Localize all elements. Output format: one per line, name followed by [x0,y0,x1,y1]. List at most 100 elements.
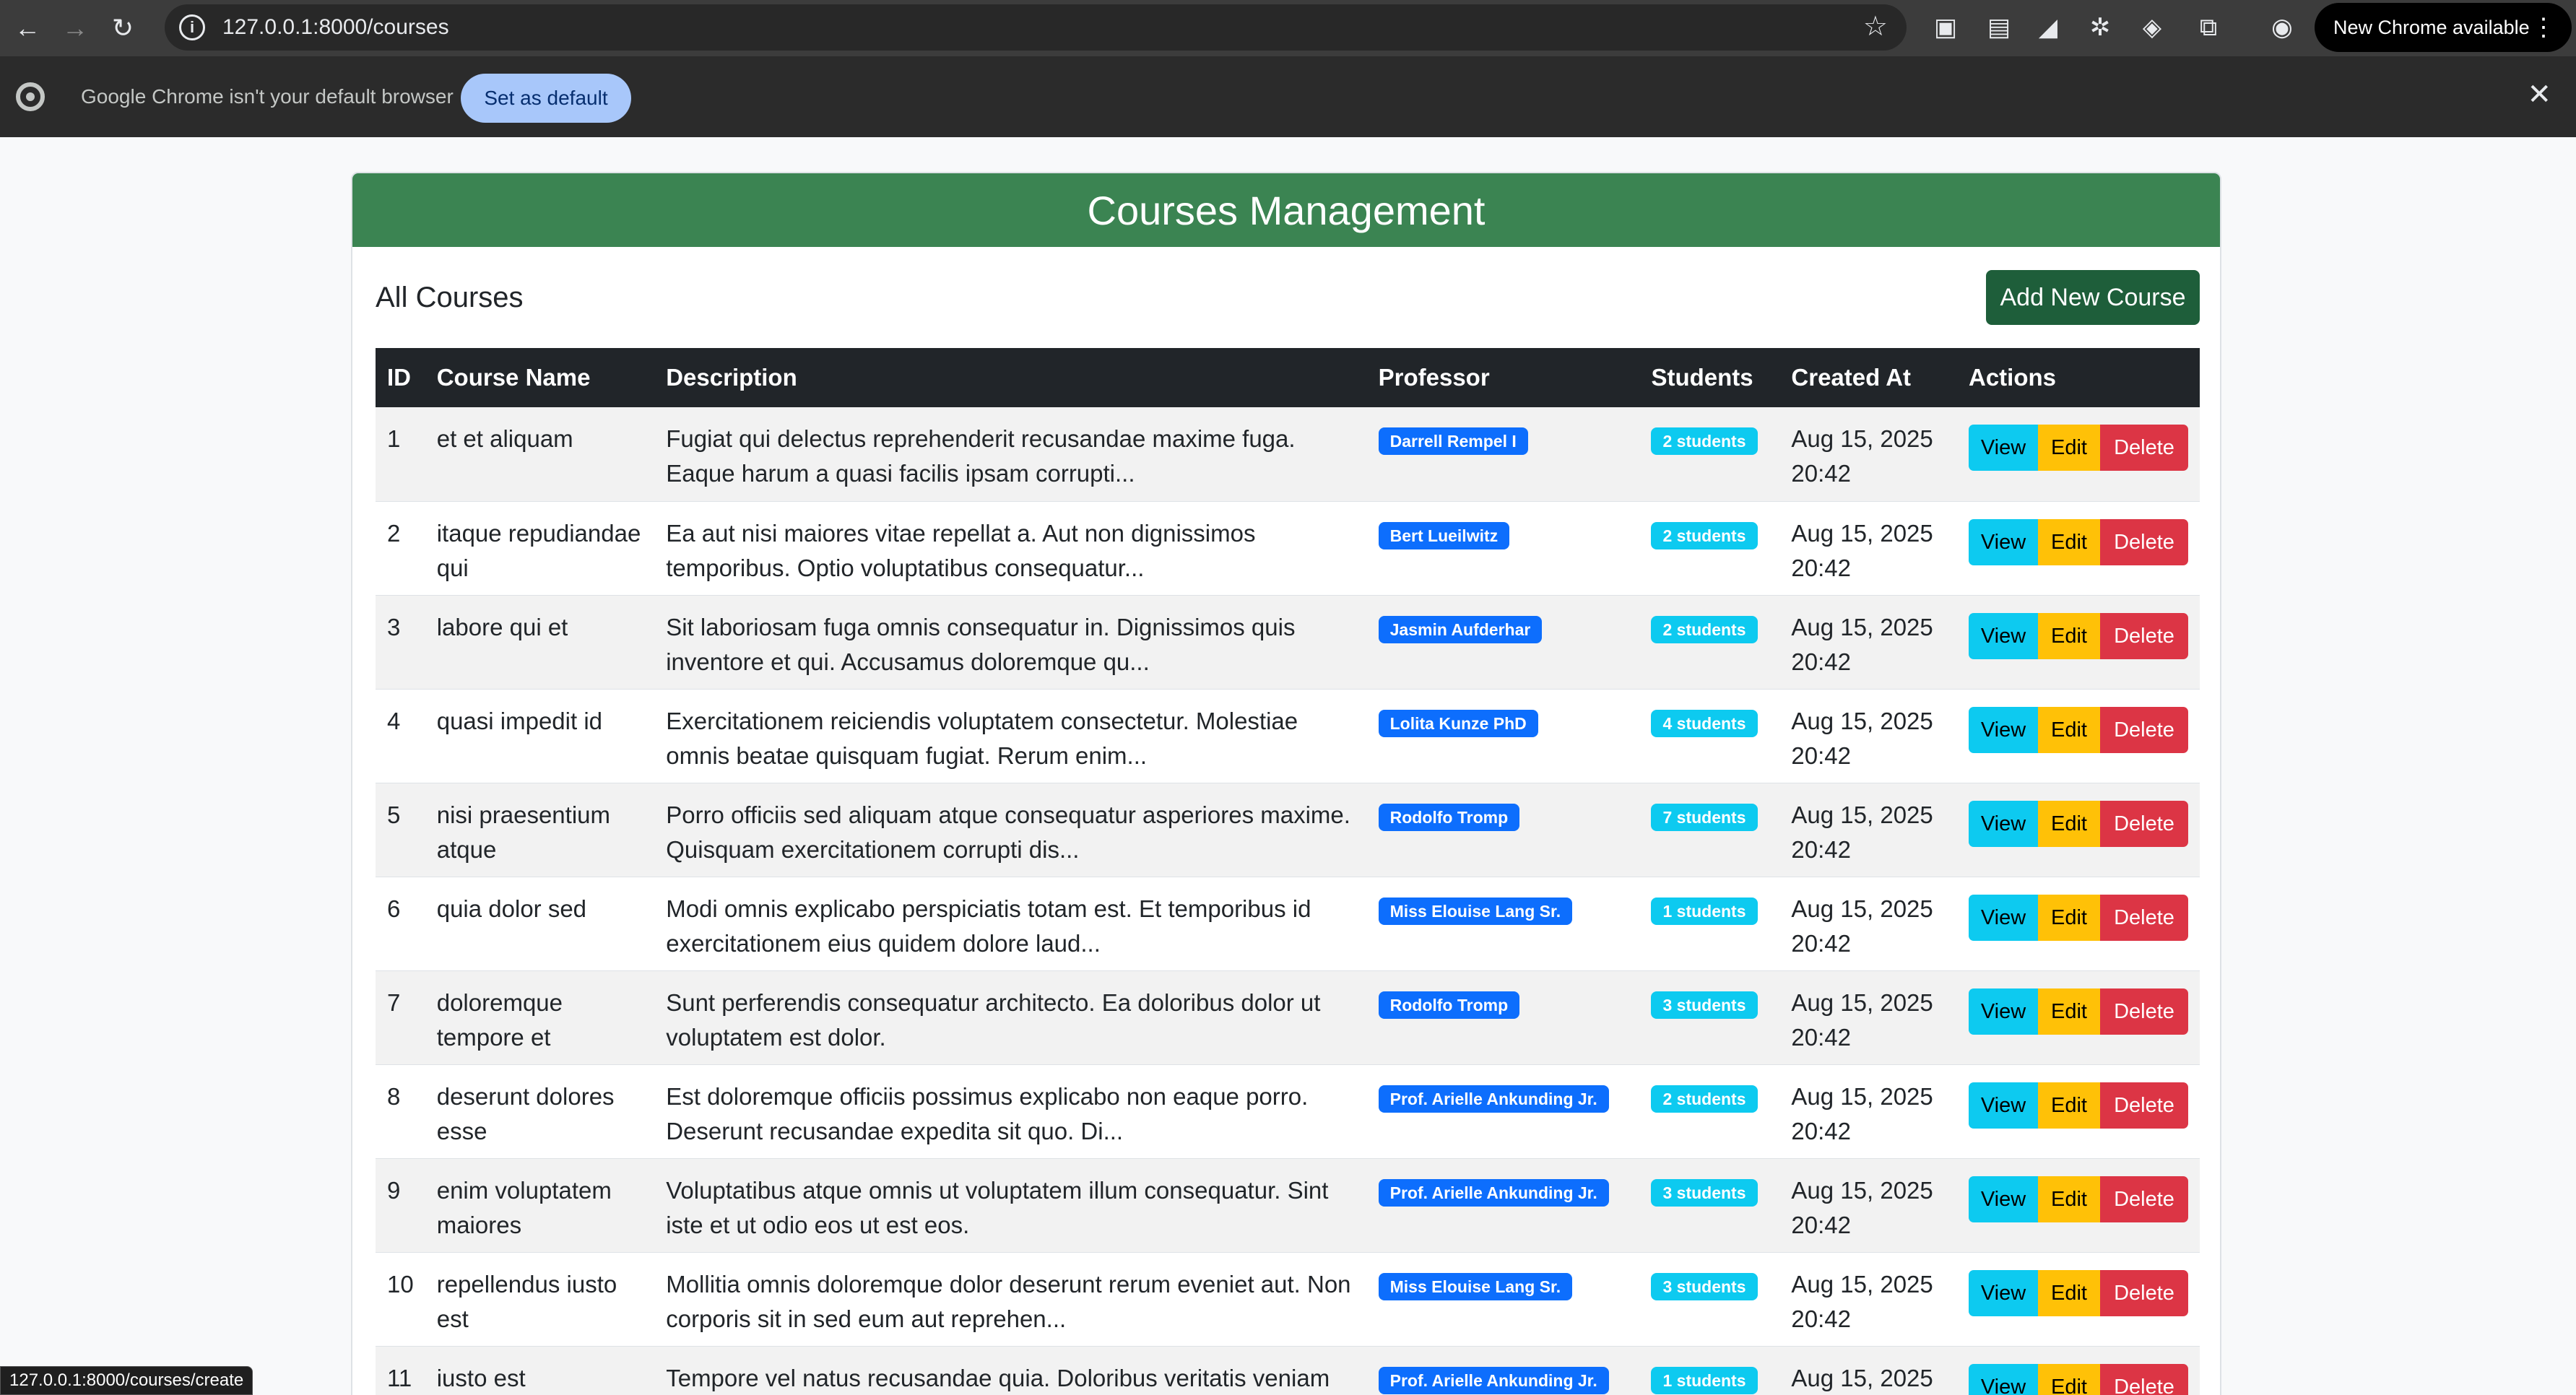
edit-button[interactable]: Edit [2038,894,2100,941]
action-button-group: View Edit Delete [1969,518,2188,565]
professor-cell: Darrell Rempel I [1367,407,1640,501]
created-at: Aug 15, 2025 20:42 [1791,1176,1933,1238]
course-description: Exercitationem reiciendis voluptatem con… [666,707,1298,769]
action-button-group: View Edit Delete [1969,1363,2188,1395]
view-button[interactable]: View [1969,612,2038,659]
delete-button[interactable]: Delete [2100,1269,2188,1316]
view-button[interactable]: View [1969,1269,2038,1316]
action-button-group: View Edit Delete [1969,425,2188,471]
edit-button[interactable]: Edit [2038,1175,2100,1222]
course-name: quia dolor sed [436,895,587,922]
react-extension-icon[interactable]: ✲ [2083,10,2117,45]
set-as-default-button[interactable]: Set as default [461,74,631,123]
professor-badge: Bert Lueilwitz [1378,521,1510,549]
course-id: 1 [387,425,401,452]
view-button[interactable]: View [1969,800,2038,847]
delete-button[interactable]: Delete [2100,518,2188,565]
students-badge: 2 students [1651,427,1758,455]
created-at: Aug 15, 2025 20:42 [1791,1270,1933,1332]
extension-icon[interactable]: ◈ [2135,10,2169,45]
course-description: Tempore vel natus recusandae quia. Dolor… [666,1364,1330,1391]
course-name: itaque repudiandae qui [436,519,641,581]
view-button[interactable]: View [1969,894,2038,941]
reload-icon[interactable]: ↻ [103,8,143,48]
view-button[interactable]: View [1969,988,2038,1035]
edit-button[interactable]: Edit [2038,1082,2100,1129]
view-button[interactable]: View [1969,1082,2038,1129]
action-button-group: View Edit Delete [1969,1175,2188,1222]
translate-extension-icon[interactable]: ▤ [1982,10,2016,45]
table-row: 7 doloremque tempore et Sunt perferendis c… [376,970,2200,1064]
students-cell: 2 students [1639,407,1779,501]
course-description: Voluptatibus atque omnis ut voluptatem i… [666,1176,1329,1238]
created-at: Aug 15, 2025 20:42 [1791,895,1933,957]
students-badge: 1 students [1651,1366,1758,1394]
browser-toolbar: ← → ↻ i 127.0.0.1:8000/courses ☆ ▣ ▤ ◢ ✲… [0,0,2576,56]
edit-button[interactable]: Edit [2038,425,2100,471]
delete-button[interactable]: Delete [2100,612,2188,659]
students-cell: 4 students [1639,689,1779,783]
edit-button[interactable]: Edit [2038,988,2100,1035]
course-name: nisi praesentium atque [436,801,610,863]
professor-cell: Bert Lueilwitz [1367,501,1640,595]
action-button-group: View Edit Delete [1969,988,2188,1035]
delete-button[interactable]: Delete [2100,1082,2188,1129]
students-badge: 2 students [1651,521,1758,549]
course-id: 7 [387,988,401,1016]
profile-avatar[interactable]: ◉ [2265,10,2299,45]
created-at: Aug 15, 2025 20:42 [1791,1082,1933,1144]
extension-icon[interactable]: ▣ [1928,10,1963,45]
edit-button[interactable]: Edit [2038,706,2100,753]
edit-button[interactable]: Edit [2038,1269,2100,1316]
address-bar[interactable]: i 127.0.0.1:8000/courses ☆ [165,4,1907,51]
header-created-at: Created At [1791,364,1912,391]
site-info-icon[interactable]: i [179,14,205,40]
professor-badge: Miss Elouise Lang Sr. [1378,1272,1573,1300]
default-browser-infobar: Google Chrome isn't your default browser… [0,56,2576,137]
delete-button[interactable]: Delete [2100,1175,2188,1222]
delete-button[interactable]: Delete [2100,425,2188,471]
delete-button[interactable]: Delete [2100,1363,2188,1395]
view-button[interactable]: View [1969,425,2038,471]
edit-button[interactable]: Edit [2038,1363,2100,1395]
actions-cell: View Edit Delete [1957,501,2200,595]
forward-arrow-icon[interactable]: → [55,8,95,48]
students-badge: 2 students [1651,615,1758,643]
created-at: Aug 15, 2025 [1791,1364,1933,1391]
view-button[interactable]: View [1969,1363,2038,1395]
edit-button[interactable]: Edit [2038,800,2100,847]
students-badge: 7 students [1651,803,1758,831]
url-text[interactable]: 127.0.0.1:8000/courses [222,15,449,40]
students-cell: 2 students [1639,1064,1779,1158]
delete-button[interactable]: Delete [2100,988,2188,1035]
back-arrow-icon[interactable]: ← [7,8,48,48]
edit-button[interactable]: Edit [2038,612,2100,659]
professor-cell: Miss Elouise Lang Sr. [1367,1252,1640,1346]
view-button[interactable]: View [1969,1175,2038,1222]
delete-button[interactable]: Delete [2100,800,2188,847]
students-badge: 4 students [1651,709,1758,737]
professor-badge: Jasmin Aufderhar [1378,615,1543,643]
professor-cell: Lolita Kunze PhD [1367,689,1640,783]
table-row: 3 labore qui et Sit laboriosam fuga omnis … [376,595,2200,689]
professor-cell: Prof. Arielle Ankunding Jr. [1367,1064,1640,1158]
new-chrome-available-button[interactable]: New Chrome available ⋮ [2315,3,2572,52]
extension-icon[interactable]: ◢ [2031,10,2065,45]
edit-button[interactable]: Edit [2038,518,2100,565]
new-chrome-label: New Chrome available [2333,16,2530,38]
view-button[interactable]: View [1969,706,2038,753]
view-button[interactable]: View [1969,518,2038,565]
bookmark-star-icon[interactable]: ☆ [1863,10,1888,43]
table-row: 9 enim voluptatem maiores Voluptatibus atq… [376,1158,2200,1252]
delete-button[interactable]: Delete [2100,706,2188,753]
close-icon[interactable]: ✕ [2527,78,2551,111]
extensions-puzzle-icon[interactable]: ⧉ [2191,10,2226,45]
course-name: repellendus iusto est [436,1270,617,1332]
add-new-course-button[interactable]: Add New Course [1986,270,2200,325]
professor-badge: Rodolfo Tromp [1378,803,1520,831]
course-description: Porro officiis sed aliquam atque consequ… [666,801,1350,863]
table-row: 6 quia dolor sed Modi omnis explicabo pers… [376,877,2200,970]
delete-button[interactable]: Delete [2100,894,2188,941]
table-header-row: ID Course Name Description Professor Stu… [376,348,2200,407]
page-title: Courses Management [352,173,2220,247]
